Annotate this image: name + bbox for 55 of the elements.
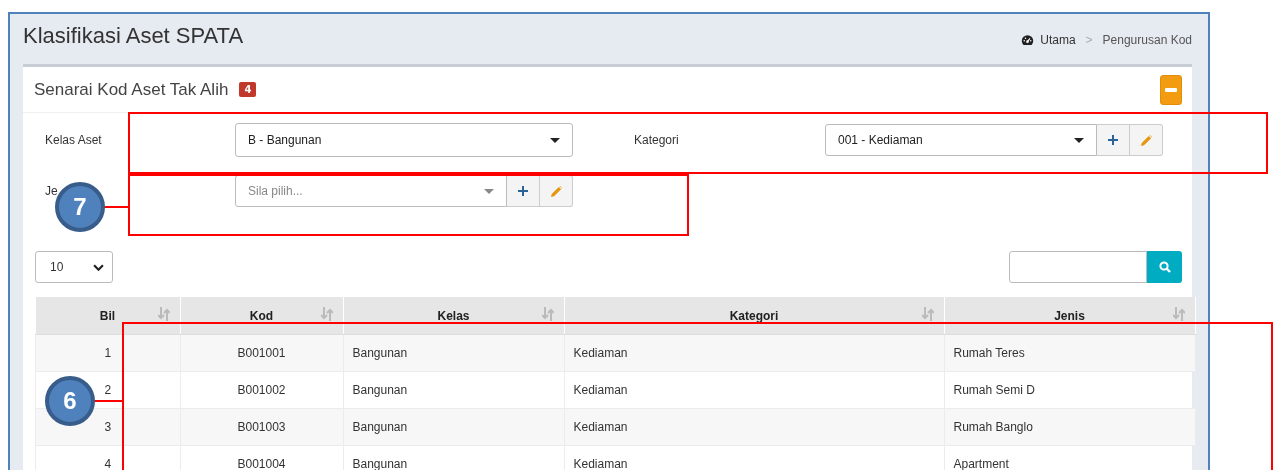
- pencil-icon: [1140, 134, 1152, 146]
- edit-button[interactable]: [540, 175, 573, 207]
- sort-icon: [921, 307, 934, 321]
- select-field[interactable]: B - Bangunan: [235, 123, 573, 157]
- table-cell: Bangunan: [343, 371, 564, 409]
- add-button[interactable]: [1097, 124, 1130, 156]
- chevron-down-icon: [93, 263, 104, 271]
- field-label: Kategori: [633, 133, 680, 147]
- plus-icon: [1108, 135, 1118, 145]
- sort-icon: [320, 307, 333, 321]
- table-cell: Kediaman: [564, 408, 944, 446]
- sort-icon: [541, 307, 554, 321]
- caret-icon: [484, 188, 494, 194]
- add-button[interactable]: [507, 175, 540, 207]
- plus-icon: [518, 186, 528, 196]
- leader-line: [104, 206, 128, 208]
- table-cell: Bangunan: [343, 408, 564, 446]
- leader-line: [94, 400, 122, 402]
- page-length-select[interactable]: 10: [35, 251, 113, 283]
- collapse-button[interactable]: [1160, 74, 1182, 105]
- page-title: Klasifikasi Aset SPATA: [23, 23, 244, 49]
- sort-icon: [157, 307, 170, 321]
- table-cell: B001003: [180, 408, 343, 446]
- breadcrumb-current: Pengurusan Kod: [1102, 33, 1192, 47]
- table-cell: Rumah Teres: [944, 334, 1195, 372]
- column-header[interactable]: Kelas: [343, 297, 564, 335]
- minus-icon: [1165, 87, 1177, 92]
- column-header[interactable]: Kategori: [564, 297, 944, 335]
- caret-icon: [550, 137, 560, 143]
- table-cell: Kediaman: [564, 334, 944, 372]
- table-cell: Rumah Banglo: [944, 408, 1195, 446]
- table-cell: 4: [35, 445, 180, 470]
- table-cell: Rumah Semi D: [944, 371, 1195, 409]
- select-field[interactable]: 001 - Kediaman: [825, 124, 1097, 156]
- select-field[interactable]: Sila pilih...: [235, 175, 507, 207]
- pencil-icon: [550, 185, 562, 197]
- column-header[interactable]: Jenis: [944, 297, 1195, 335]
- search-icon: [1158, 261, 1171, 273]
- caret-icon: [1074, 137, 1084, 143]
- count-badge: 4: [239, 82, 257, 97]
- sort-icon: [1172, 307, 1185, 321]
- table-cell: B001002: [180, 371, 343, 409]
- column-header[interactable]: Kod: [180, 297, 343, 335]
- card-title: Senarai Kod Aset Tak Alih: [34, 79, 229, 100]
- breadcrumb-link[interactable]: Utama: [1040, 33, 1076, 47]
- table-cell: 1: [35, 334, 180, 372]
- table-cell: Bangunan: [343, 334, 564, 372]
- table-cell: Kediaman: [564, 371, 944, 409]
- breadcrumb-separator: >: [1085, 33, 1093, 47]
- table-cell: B001001: [180, 334, 343, 372]
- search-button[interactable]: [1147, 251, 1182, 283]
- field-label: Kelas Aset: [45, 133, 103, 147]
- search-field[interactable]: [1009, 251, 1147, 283]
- column-header[interactable]: Bil: [35, 297, 180, 335]
- dashboard-icon: [1021, 34, 1035, 46]
